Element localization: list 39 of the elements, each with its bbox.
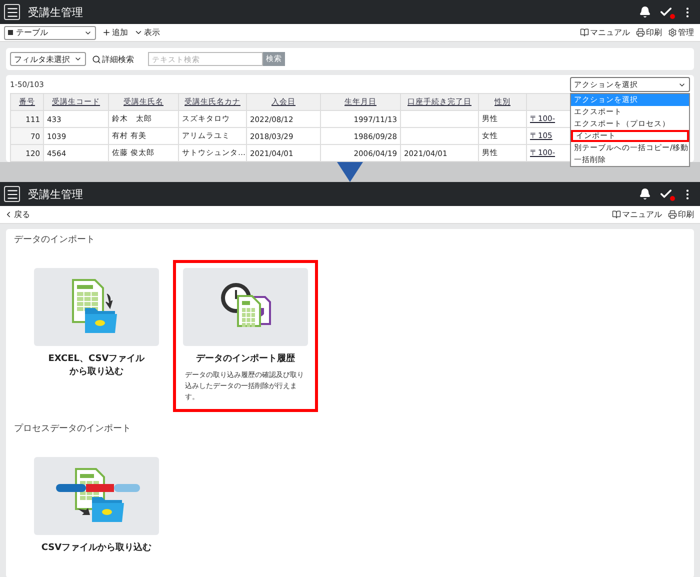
- book-icon: [612, 210, 621, 219]
- import-option-card[interactable]: CSVファイルから取り込む: [24, 449, 169, 564]
- filter-select[interactable]: フィルタ未選択: [10, 52, 86, 66]
- back-link[interactable]: 戻る: [4, 209, 30, 220]
- down-arrow-icon: [337, 162, 363, 182]
- chevron-left-icon: [4, 210, 13, 219]
- card-title: から取り込む: [69, 366, 124, 379]
- print-link[interactable]: 印刷: [636, 27, 662, 38]
- checkmark-icon[interactable]: [659, 187, 673, 201]
- chevron-down-icon: [74, 55, 82, 63]
- plus-icon: [102, 28, 111, 37]
- bell-icon[interactable]: [639, 188, 651, 200]
- card-title: CSVファイルから取り込む: [41, 542, 152, 555]
- display-button[interactable]: 表示: [134, 27, 160, 38]
- printer-icon: [668, 210, 677, 219]
- square-icon: [8, 30, 13, 35]
- bell-icon[interactable]: [639, 6, 651, 18]
- menu-button[interactable]: [4, 4, 20, 20]
- search-icon: [92, 54, 101, 64]
- gear-icon: [668, 28, 677, 37]
- app-title: 受講生管理: [28, 4, 84, 20]
- card-title: データのインポート履歴: [196, 353, 295, 366]
- chevron-icon: [134, 28, 143, 37]
- menu-button[interactable]: [4, 186, 20, 202]
- view-select[interactable]: テーブル: [4, 26, 96, 40]
- admin-link[interactable]: 管理: [668, 27, 694, 38]
- manual-link[interactable]: マニュアル: [612, 209, 662, 220]
- card-title: EXCEL、CSVファイル: [48, 353, 145, 366]
- book-icon: [580, 28, 589, 37]
- section-title: プロセスデータのインポート: [14, 422, 132, 435]
- print-link[interactable]: 印刷: [668, 209, 694, 220]
- app-title: 受講生管理: [28, 186, 84, 202]
- section-title: データのインポート: [14, 234, 96, 246]
- import-option-card[interactable]: EXCEL、CSVファイル から取り込む: [24, 260, 169, 412]
- add-button[interactable]: 追加: [102, 27, 128, 38]
- checkmark-icon[interactable]: [659, 5, 673, 19]
- detail-search-button[interactable]: 詳細検索: [92, 54, 134, 64]
- manual-link[interactable]: マニュアル: [580, 27, 630, 38]
- printer-icon: [636, 28, 645, 37]
